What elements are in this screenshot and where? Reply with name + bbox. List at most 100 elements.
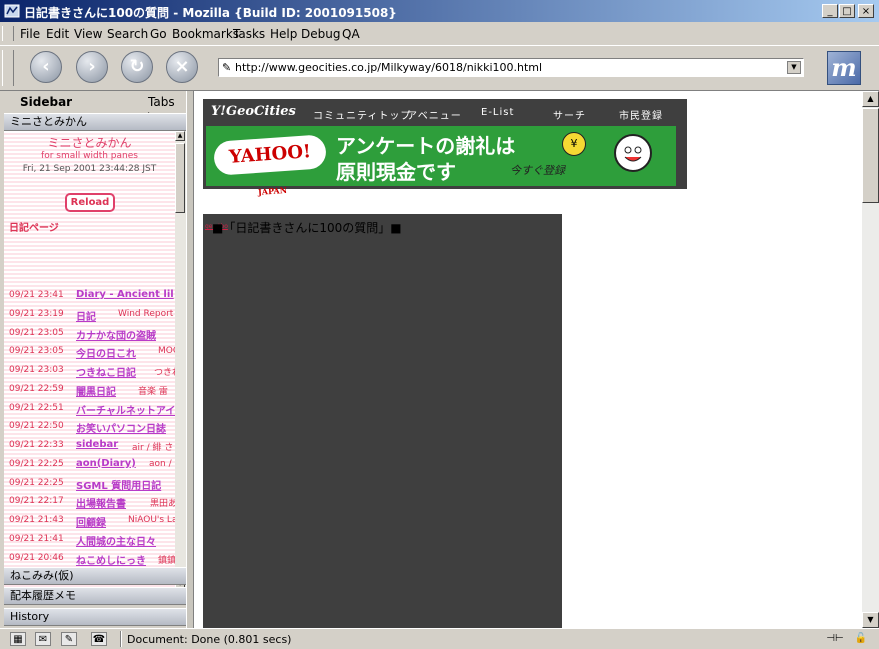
list-item: 09/21 22:50 お笑いパソコン日誌 (4, 419, 175, 437)
diary-link[interactable]: バーチャルネットアイド (76, 402, 175, 417)
menu-debug[interactable]: Debug (301, 27, 340, 41)
url-bar[interactable]: ✎ ▼ (218, 58, 804, 77)
diary-author: Wind Report / (118, 308, 175, 319)
navigation-toolbar: ‹ › ↻ × ✎ ▼ m (0, 45, 879, 91)
diary-link[interactable]: 日記 (76, 308, 96, 323)
diary-link[interactable]: つきねこ日記 (76, 364, 136, 379)
list-item: 09/21 23:05 カナかな団の盗賊 (4, 326, 175, 344)
smiley-face-icon (614, 134, 652, 172)
content-vertical-scrollbar[interactable]: ▲ ▼ (862, 91, 879, 628)
minimize-button[interactable]: _ (822, 4, 838, 18)
diary-author: 音楽 雷 (138, 386, 168, 397)
ad-line-2: 原則現金です (336, 160, 456, 184)
close-button[interactable]: × (858, 4, 874, 18)
list-item: 09/21 23:41 Diary - Ancient lil (4, 288, 175, 306)
online-indicator-icon[interactable]: ⊣⊢ (822, 632, 848, 646)
reload-panel-button[interactable]: Reload (65, 193, 115, 212)
list-item: 09/21 20:46 ねこめしにっき 鎮鎮 (4, 551, 175, 569)
panel-section-heading: 日記ページ (9, 223, 59, 234)
list-item: 09/21 22:59 闇黒日記 音楽 雷 (4, 382, 175, 400)
diary-time: 09/21 21:41 (9, 533, 64, 544)
url-dropdown-icon[interactable]: ▼ (787, 61, 801, 74)
menu-tasks[interactable]: Tasks (233, 27, 265, 41)
geocities-nav: Y!GeoCities コミュニティトップ アベニュー E-List サーチ 市… (203, 99, 687, 123)
ad-line-1: アンケートの謝礼は (336, 134, 516, 158)
diary-link[interactable]: カナかな団の盗賊 (76, 327, 156, 342)
list-item: 09/21 22:33 sidebar air / 緋 さ (4, 438, 175, 456)
diary-time: 09/21 22:25 (9, 477, 64, 488)
content-scroll-up-icon[interactable]: ▲ (862, 91, 879, 107)
scroll-thumb[interactable] (175, 143, 185, 213)
security-lock-icon[interactable]: 🔓 (853, 632, 869, 646)
sidebar-tab-mini-satomikan[interactable]: ミニさとみかん (4, 113, 186, 131)
stop-button[interactable]: × (166, 51, 198, 83)
page-proxy-icon[interactable]: ✎ (222, 61, 231, 74)
diary-link[interactable]: お笑いパソコン日誌 (76, 420, 166, 435)
geo-nav-search[interactable]: サーチ (553, 107, 586, 122)
diary-link[interactable]: ねこめしにっき (76, 552, 146, 567)
diary-author: 黒田あ (150, 499, 175, 510)
sidebar-tab-history[interactable]: History (4, 608, 186, 626)
diary-author: MOO (158, 346, 175, 357)
list-item: 09/21 21:43 回顧録 NiAOU's La (4, 513, 175, 531)
diary-link[interactable]: 回顧録 (76, 514, 106, 529)
diary-link[interactable]: aon(Diary) (76, 458, 136, 469)
menu-search[interactable]: Search (107, 27, 148, 41)
menu-go[interactable]: Go (150, 27, 167, 41)
list-item: 09/21 23:19 日記 Wind Report / (4, 307, 175, 325)
diary-time: 09/21 23:05 (9, 327, 64, 338)
menu-view[interactable]: View (74, 27, 102, 41)
yen-coin-icon: ¥ (562, 132, 586, 156)
list-item: 09/21 21:41 人間城の主な日々 (4, 532, 175, 550)
diary-link[interactable]: sidebar (76, 439, 118, 450)
reload-button[interactable]: ↻ (121, 51, 153, 83)
sidebar-panel: ミニさとみかん for small width panes Fri, 21 Se… (4, 131, 186, 601)
forward-button[interactable]: › (76, 51, 108, 83)
diary-link[interactable]: 人間城の主な日々 (76, 533, 156, 548)
diary-time: 09/21 23:05 (9, 346, 64, 357)
throbber-logo-icon[interactable]: m (827, 51, 861, 85)
yahoo-ad-banner[interactable]: YAHOO! JAPAN アンケートの謝礼は 原則現金です ¥ 今すぐ登録 (206, 126, 676, 197)
geo-nav-community[interactable]: コミュニティトップ (313, 107, 411, 122)
article-box: gerstbo ■「日記書きさんに100の質問」■ (203, 214, 562, 628)
geocities-banner: Y!GeoCities コミュニティトップ アベニュー E-List サーチ 市… (203, 99, 687, 197)
diary-link[interactable]: 今日の日これ (76, 345, 136, 360)
back-button[interactable]: ‹ (30, 51, 62, 83)
sidebar-tab-haihon-memo[interactable]: 配本履歴メモ (4, 587, 186, 605)
content-scroll-down-icon[interactable]: ▼ (862, 612, 879, 628)
diary-time: 09/21 20:46 (9, 552, 64, 563)
smiley-drawing (624, 146, 642, 162)
diary-link[interactable]: SGML 質問用日記 (76, 477, 161, 492)
url-input[interactable] (235, 60, 783, 75)
menu-bar: File Edit View Search Go Bookmarks Tasks… (0, 24, 879, 43)
panel-vertical-scrollbar[interactable]: ▲ ▼ (175, 131, 186, 589)
panel-title: ミニさとみかん (47, 136, 132, 150)
navigator-icon[interactable]: ▦ (10, 632, 26, 646)
menu-edit[interactable]: Edit (46, 27, 69, 41)
sidebar-header: Sidebar Tabs ▶ (0, 91, 186, 123)
content-scroll-thumb[interactable] (862, 108, 879, 203)
sidebar-splitter[interactable] (186, 91, 194, 628)
maximize-button[interactable]: □ (839, 4, 855, 18)
address-book-icon[interactable]: ☎ (91, 632, 107, 646)
menu-file[interactable]: File (20, 27, 40, 41)
geo-nav-avenue[interactable]: アベニュー (407, 107, 462, 122)
menu-help[interactable]: Help (270, 27, 297, 41)
yahoo-logo-sub: JAPAN (257, 184, 288, 197)
yahoo-japan-logo: YAHOO! JAPAN (212, 134, 328, 197)
diary-link[interactable]: 出場報告書 (76, 495, 126, 510)
scroll-up-icon[interactable]: ▲ (175, 131, 185, 141)
diary-link[interactable]: Diary - Ancient lil (76, 289, 174, 300)
menu-bookmarks[interactable]: Bookmarks (172, 27, 239, 41)
geocities-logo[interactable]: Y!GeoCities (211, 104, 296, 119)
menubar-grip[interactable] (2, 26, 14, 41)
diary-time: 09/21 22:17 (9, 496, 64, 507)
menu-qa[interactable]: QA (342, 27, 360, 41)
navbar-grip[interactable] (2, 50, 14, 86)
diary-link[interactable]: 闇黒日記 (76, 383, 116, 398)
mail-icon[interactable]: ✉ (35, 632, 51, 646)
composer-icon[interactable]: ✎ (61, 632, 77, 646)
geo-nav-register[interactable]: 市民登録 (619, 107, 663, 122)
sidebar-tab-nekomimi[interactable]: ねこみみ(仮) (4, 567, 186, 585)
geo-nav-elist[interactable]: E-List (481, 107, 514, 118)
